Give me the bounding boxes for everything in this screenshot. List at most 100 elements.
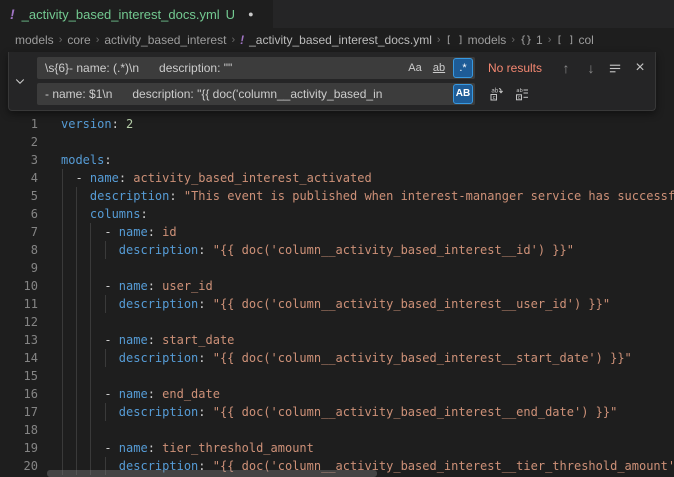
find-input[interactable]: \s{6}- name: (.*)\n description: "" Aa a… — [37, 57, 475, 79]
code-line[interactable]: 12 — [0, 313, 674, 331]
svg-text:ab: ab — [516, 88, 523, 94]
line-number[interactable]: 5 — [0, 187, 38, 205]
code-line[interactable]: 8 description: "{{ doc('column__activity… — [0, 241, 674, 259]
close-find-button[interactable]: × — [631, 59, 649, 77]
code-line[interactable]: 16 - name: end_date — [0, 385, 674, 403]
indent-guide — [62, 367, 63, 385]
code-line[interactable]: 7 - name: id — [0, 223, 674, 241]
indent-guide — [76, 187, 77, 205]
breadcrumb-label: col — [578, 33, 593, 47]
replace-input[interactable]: - name: $1\n description: "{{ doc('colum… — [37, 83, 475, 105]
code-line[interactable]: 1 version: 2 — [0, 115, 674, 133]
indent-guide — [105, 403, 106, 421]
code-lines[interactable]: 1 version: 2 23models:4 - name: activity_b… — [0, 115, 674, 475]
line-number[interactable]: 20 — [0, 457, 38, 475]
code-line[interactable]: 18 — [0, 421, 674, 439]
indent-guide — [62, 277, 63, 295]
breadcrumb-item-activity-based-interest[interactable]: activity_based_interest — [104, 33, 226, 47]
indent-guide — [76, 259, 77, 277]
code-line[interactable]: 14 description: "{{ doc('column__activit… — [0, 349, 674, 367]
previous-match-button[interactable]: ↑ — [557, 59, 575, 77]
replace-button[interactable]: ab c — [487, 85, 505, 103]
line-number[interactable]: 19 — [0, 439, 38, 457]
code-line[interactable]: 3models: — [0, 151, 674, 169]
indent-guide — [76, 385, 77, 403]
code-line[interactable]: 4 - name: activity_based_interest_activa… — [0, 169, 674, 187]
line-number[interactable]: 7 — [0, 223, 38, 241]
code-line-text: version: 2 — [61, 115, 674, 133]
code-line[interactable]: 6 columns: — [0, 205, 674, 223]
modified-dot-icon[interactable]: ● — [248, 9, 253, 19]
line-number[interactable]: 16 — [0, 385, 38, 403]
indent-guide — [90, 313, 91, 331]
line-number[interactable]: 10 — [0, 277, 38, 295]
match-case-toggle[interactable]: Aa — [405, 58, 425, 78]
indent-guide — [62, 205, 63, 223]
line-number[interactable]: 17 — [0, 403, 38, 421]
replace-all-button[interactable]: ab c — [513, 85, 531, 103]
code-line-text: description: "{{ doc('column__activity_b… — [61, 349, 674, 367]
line-number[interactable]: 11 — [0, 295, 38, 313]
breadcrumb-item-col[interactable]: [ ]col — [556, 33, 593, 47]
code-line-text: description: "{{ doc('column__activity_b… — [61, 403, 674, 421]
line-number[interactable]: 8 — [0, 241, 38, 259]
indent-guide — [76, 295, 77, 313]
regex-toggle[interactable]: .* — [453, 58, 473, 78]
replace-toggles: AB — [453, 84, 473, 104]
code-line-text — [61, 259, 674, 277]
indent-guide — [90, 331, 91, 349]
tab-activity-based-interest-docs[interactable]: ! _activity_based_interest_docs.yml U ● — [0, 0, 273, 28]
find-status: No results — [488, 52, 542, 84]
code-line[interactable]: 11 description: "{{ doc('column__activit… — [0, 295, 674, 313]
indent-guide — [90, 385, 91, 403]
code-line-text — [61, 421, 674, 439]
horizontal-scrollbar[interactable] — [47, 470, 377, 477]
breadcrumb-item-1[interactable]: {}1 — [520, 33, 543, 47]
indent-guide — [90, 241, 91, 259]
line-number[interactable]: 14 — [0, 349, 38, 367]
symbol-object-icon: {} — [520, 35, 532, 46]
indent-guide — [62, 349, 63, 367]
indent-guide — [90, 223, 91, 241]
preserve-case-toggle[interactable]: AB — [453, 84, 473, 104]
toggle-replace-chevron-icon[interactable] — [12, 73, 28, 89]
code-line[interactable]: 19 - name: tier_threshold_amount — [0, 439, 674, 457]
breadcrumb-item-models[interactable]: models — [15, 33, 54, 47]
code-line[interactable]: 2 — [0, 133, 674, 151]
indent-guide — [76, 367, 77, 385]
breadcrumb-label: activity_based_interest — [104, 33, 226, 47]
code-line[interactable]: 17 description: "{{ doc('column__activit… — [0, 403, 674, 421]
next-match-button[interactable]: ↓ — [582, 59, 600, 77]
line-number[interactable]: 1 — [0, 115, 38, 133]
breadcrumb-separator: › — [432, 34, 446, 46]
whole-word-toggle[interactable]: ab — [429, 58, 449, 78]
indent-guide — [62, 313, 63, 331]
line-number[interactable]: 4 — [0, 169, 38, 187]
find-query-text: \s{6}- name: (.*)\n description: "" — [45, 57, 232, 79]
code-line[interactable]: 9 — [0, 259, 674, 277]
breadcrumb-separator: › — [543, 34, 557, 46]
find-in-selection-button[interactable] — [606, 59, 624, 77]
line-number[interactable]: 9 — [0, 259, 38, 277]
breadcrumb-item--activity-based-interest-docs-yml[interactable]: !_activity_based_interest_docs.yml — [240, 33, 432, 47]
code-line[interactable]: 10 - name: user_id — [0, 277, 674, 295]
line-number[interactable]: 3 — [0, 151, 38, 169]
breadcrumb-item-core[interactable]: core — [67, 33, 90, 47]
indent-guide — [62, 241, 63, 259]
breadcrumb-item-models[interactable]: [ ]models — [446, 33, 507, 47]
indent-guide — [76, 349, 77, 367]
indent-guide — [62, 403, 63, 421]
indent-guide — [62, 187, 63, 205]
line-number[interactable]: 13 — [0, 331, 38, 349]
line-number[interactable]: 15 — [0, 367, 38, 385]
code-line[interactable]: 15 — [0, 367, 674, 385]
indent-guide — [105, 349, 106, 367]
line-number[interactable]: 2 — [0, 133, 38, 151]
code-line[interactable]: 5 description: "This event is published … — [0, 187, 674, 205]
line-number[interactable]: 6 — [0, 205, 38, 223]
indent-guide — [62, 385, 63, 403]
code-line[interactable]: 13 - name: start_date — [0, 331, 674, 349]
code-line-text: columns: — [61, 205, 674, 223]
line-number[interactable]: 12 — [0, 313, 38, 331]
line-number[interactable]: 18 — [0, 421, 38, 439]
